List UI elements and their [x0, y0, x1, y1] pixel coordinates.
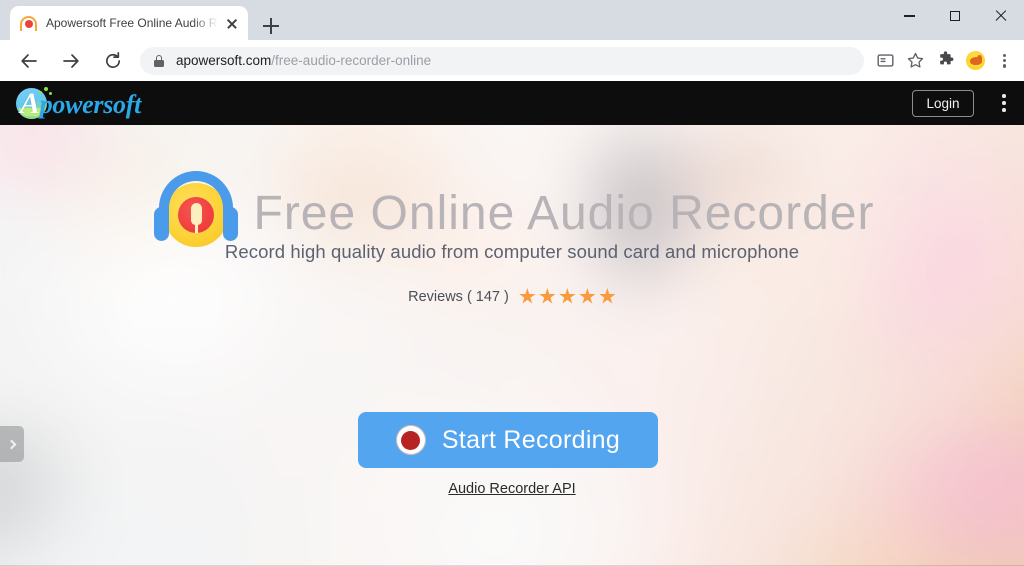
cast-button[interactable] — [870, 46, 900, 76]
extension-avatar-icon — [965, 51, 985, 70]
tab-strip: Apowersoft Free Online Audio Re — [0, 6, 1024, 40]
extensions-button[interactable] — [930, 46, 960, 76]
cast-icon — [876, 54, 894, 67]
reviews-block: Reviews ( 147 ) — [0, 288, 1024, 305]
audio-recorder-api-label: Audio Recorder API — [448, 481, 576, 497]
page-subtitle: Record high quality audio from computer … — [224, 241, 800, 262]
bookmark-button[interactable] — [900, 46, 930, 76]
close-icon — [995, 10, 1007, 22]
chrome-menu-kebab-icon — [1003, 53, 1007, 69]
maximize-button[interactable] — [932, 0, 978, 32]
star-icon — [559, 288, 576, 304]
start-recording-label: Start Recording — [441, 425, 621, 454]
star-icon — [579, 288, 596, 304]
minimize-button[interactable] — [886, 0, 932, 32]
new-tab-plus-icon[interactable] — [258, 13, 284, 39]
toolbar-icons — [870, 46, 1024, 76]
page-title: Free Online Audio Recorder — [253, 186, 875, 240]
brand-initial: A — [20, 87, 40, 120]
reload-icon — [105, 51, 121, 68]
url-path: /free-audio-recorder-online — [271, 53, 432, 68]
chevron-right-icon — [6, 439, 16, 449]
browser-tab[interactable]: Apowersoft Free Online Audio Re — [10, 6, 248, 40]
browser-toolbar: apowersoft.com/free-audio-recorder-onlin… — [0, 40, 1024, 81]
url-text: apowersoft.com/free-audio-recorder-onlin… — [176, 53, 431, 68]
audio-recorder-api-link[interactable]: Audio Recorder API — [0, 481, 1024, 497]
address-bar[interactable]: apowersoft.com/free-audio-recorder-onlin… — [140, 46, 864, 75]
hero-content: Free Online Audio Recorder Record high q… — [0, 81, 1024, 522]
record-dot-icon — [395, 425, 426, 455]
site-security-lock-icon[interactable] — [154, 55, 164, 67]
close-window-button[interactable] — [978, 0, 1024, 32]
extension-avatar-button[interactable] — [960, 46, 990, 76]
brand-rest: powersoft — [39, 90, 142, 119]
bookmark-star-icon — [907, 52, 923, 68]
chrome-menu-button[interactable] — [990, 46, 1020, 76]
star-rating — [519, 288, 616, 305]
reload-button[interactable] — [96, 44, 130, 78]
minimize-icon — [903, 15, 915, 17]
reviews-label: Reviews ( 147 ) — [408, 288, 509, 305]
tab-title: Apowersoft Free Online Audio Re — [46, 16, 220, 30]
star-icon — [539, 288, 556, 304]
back-arrow-icon — [21, 53, 37, 68]
start-recording-button[interactable]: Start Recording — [358, 412, 658, 468]
forward-button[interactable] — [54, 44, 88, 78]
window-controls — [886, 0, 1024, 32]
forward-arrow-icon — [63, 53, 79, 68]
brand-wordmark: Apowersoft — [20, 87, 141, 121]
side-panel-toggle[interactable] — [0, 426, 24, 462]
star-icon — [519, 288, 536, 304]
back-button[interactable] — [12, 44, 46, 78]
tab-favicon-headphone-logo-icon — [20, 15, 37, 32]
login-button[interactable]: Login — [912, 90, 974, 117]
url-host: apowersoft.com — [176, 53, 272, 68]
page-viewport: Apowersoft Login Free Online Audio Recor… — [0, 81, 1024, 566]
site-logo-apowersoft[interactable]: Apowersoft — [16, 86, 166, 120]
tab-close-icon[interactable] — [224, 15, 240, 31]
browser-title-bar: Apowersoft Free Online Audio Re — [0, 0, 1024, 40]
site-header: Apowersoft Login — [0, 81, 1024, 125]
extensions-puzzle-icon — [939, 51, 953, 65]
site-menu-kebab-icon[interactable] — [1002, 94, 1006, 113]
star-icon — [599, 288, 616, 304]
browser-window: Apowersoft Free Online Audio Re apowerso… — [0, 0, 1024, 566]
maximize-icon — [950, 11, 960, 21]
